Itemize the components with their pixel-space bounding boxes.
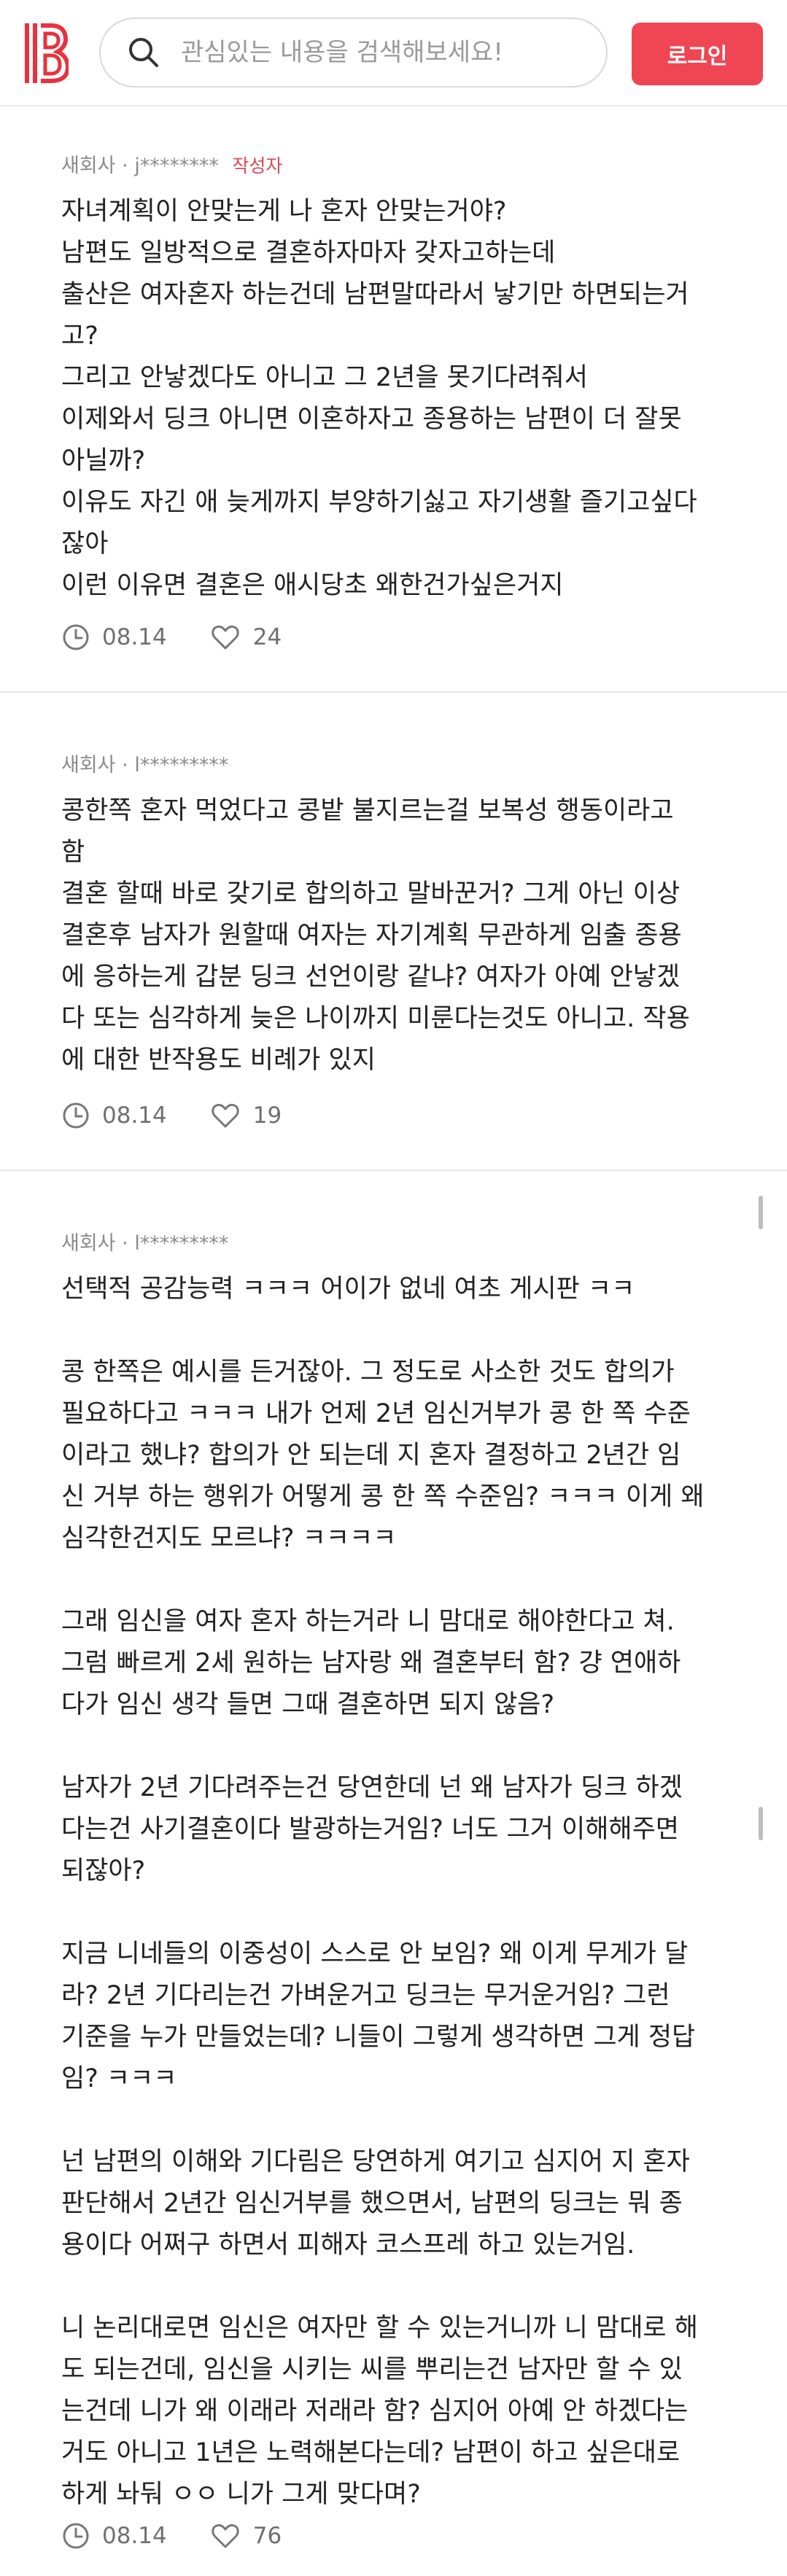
comment-line: 니 논리대로면 임신은 여자만 할 수 있는거니까 니 맘대로 해 <box>61 2314 698 2343</box>
comment-line: 용이다 어쩌구 하면서 피해자 코스프레 하고 있는거임. <box>61 2230 635 2260</box>
like-count: 76 <box>252 2523 282 2549</box>
comment-line: 필요하다고 ㅋㅋㅋ 내가 언제 2년 임신거부가 콩 한 쪽 수준 <box>61 1399 691 1428</box>
comment-line: 이런 이유면 결혼은 애시당초 왜한건가싶은거지 <box>61 571 564 600</box>
comment-line: 다가 임신 생각 들면 그때 결혼하면 되지 않음? <box>61 1690 555 1719</box>
comment-line: 넌 남편의 이해와 기다림은 당연하게 여기고 심지어 지 혼자 <box>61 2147 690 2176</box>
comment-line: 이유도 자긴 애 늦게까지 부양하기싫고 자기생활 즐기고싶다 <box>61 488 697 517</box>
comment-line: 결혼 할때 바로 갖기로 합의하고 말바꾼거? 그게 아닌 이상 <box>61 879 681 908</box>
comment-footer: 08.14 24 <box>61 621 282 653</box>
comment-meta: 새회사 · l********* <box>61 1229 732 1258</box>
comment-body: 콩한쪽 혼자 먹었다고 콩밭 불지르는걸 보복성 행동이라고 함 결혼 할때 바… <box>61 790 732 1081</box>
comment-line: 지금 니네들의 이중성이 스스로 안 보임? 왜 이게 무게가 달 <box>61 1939 689 1969</box>
comment-item: 새회사 · j******** 작성자 자녀계획이 안맞는게 나 혼자 안맞는거… <box>61 152 732 607</box>
company-name[interactable]: 새회사 <box>61 155 116 177</box>
comment-item: 새회사 · l********* 콩한쪽 혼자 먹었다고 콩밭 불지르는걸 보복… <box>61 751 732 1081</box>
comment-line: 에 대한 반작용도 비례가 있지 <box>61 1046 376 1075</box>
blind-logo-icon[interactable] <box>25 23 69 83</box>
top-header: 로그인 <box>0 0 787 106</box>
comment-divider <box>0 1170 787 1171</box>
comment-line: 고? <box>61 322 98 351</box>
comment-line: 에 응하는게 갑분 딩크 선언이랑 같냐? 여자가 아예 안낳겠 <box>61 962 681 992</box>
search-input[interactable] <box>179 37 606 68</box>
comment-body: 선택적 공감능력 ㅋㅋㅋ 어이가 없네 여초 게시판 ㅋㅋ 콩 한쪽은 예시를 … <box>61 1269 732 2515</box>
comment-date: 08.14 <box>102 2523 167 2549</box>
comment-item: 새회사 · l********* 선택적 공감능력 ㅋㅋㅋ 어이가 없네 여초 … <box>61 1229 732 2515</box>
comment-line: 그리고 안낳겠다도 아니고 그 2년을 못기다려줘서 <box>61 363 588 392</box>
user-name: l********* <box>134 1232 229 1255</box>
clock-icon <box>61 2521 90 2550</box>
comment-line: 되잖아? <box>61 1856 146 1886</box>
comment-line: 는건데 니가 왜 이래라 저래라 함? 심지어 아예 안 하겠다는 <box>61 2397 689 2426</box>
clock-icon <box>61 1101 90 1130</box>
comment-line: 잖아 <box>61 529 109 559</box>
user-name: j******** <box>134 155 219 177</box>
comment-meta: 새회사 · l********* <box>61 751 732 780</box>
comment-line: 도 되는건데, 임신을 시키는 씨를 뿌리는건 남자만 할 수 있 <box>61 2355 683 2384</box>
meta-separator: · <box>122 155 128 177</box>
clock-icon <box>61 623 90 652</box>
search-icon <box>127 36 160 69</box>
comment-line: 이라고 했냐? 합의가 안 되는데 지 혼자 결정하고 2년간 임 <box>61 1441 681 1470</box>
comment-line: 심각한건지도 모르냐? ㅋㅋㅋㅋ <box>61 1524 397 1553</box>
login-button[interactable]: 로그인 <box>632 23 763 85</box>
comment-line: 아닐까? <box>61 446 146 475</box>
comment-line: 하게 놔둬 ㅇㅇ 니가 그게 맞다며? <box>61 2480 421 2509</box>
comment-body: 자녀계획이 안맞는게 나 혼자 안맞는거야? 남편도 일방적으로 결혼하자마자 … <box>61 191 732 607</box>
user-name: l********* <box>134 754 229 777</box>
comment-line: 임? ㅋㅋㅋ <box>61 2064 177 2093</box>
comment-line: 선택적 공감능력 ㅋㅋㅋ 어이가 없네 여초 게시판 ㅋㅋ <box>61 1275 635 1304</box>
comment-line: 자녀계획이 안맞는게 나 혼자 안맞는거야? <box>61 197 507 226</box>
comment-line: 라? 2년 기다리는건 가벼운거고 딩크는 무거운거임? 그런 <box>61 1981 670 2010</box>
company-name[interactable]: 새회사 <box>61 1232 116 1255</box>
comment-date: 08.14 <box>102 1102 167 1129</box>
like-count: 19 <box>252 1102 282 1129</box>
comment-line: 남자가 2년 기다려주는건 당연한데 넌 왜 남자가 딩크 하겠 <box>61 1773 683 1802</box>
heart-icon[interactable] <box>211 623 240 652</box>
comment-line: 함 <box>61 838 85 867</box>
comment-line: 다는건 사기결혼이다 발광하는거임? 너도 그거 이해해주면 <box>61 1815 680 1844</box>
comment-line: 기준을 누가 만들었는데? 니들이 그렇게 생각하면 그게 정답 <box>61 2023 696 2052</box>
author-badge: 작성자 <box>232 155 283 176</box>
heart-icon[interactable] <box>211 1101 240 1130</box>
meta-separator: · <box>122 754 128 777</box>
search-bar[interactable] <box>99 17 608 87</box>
company-name[interactable]: 새회사 <box>61 754 116 777</box>
comment-line: 결혼후 남자가 원할때 여자는 자기계획 무관하게 임출 종용 <box>61 921 682 950</box>
meta-separator: · <box>122 1232 128 1255</box>
comment-line: 거도 아니고 1년은 노력해본다는데? 남편이 하고 싶은대로 <box>61 2438 681 2467</box>
scrollbar-thumb[interactable] <box>759 1807 763 1840</box>
comment-line: 다 또는 심각하게 늦은 나이까지 미룬다는것도 아니고. 작용 <box>61 1004 690 1033</box>
comment-divider <box>0 691 787 693</box>
scrollbar-thumb[interactable] <box>759 1196 763 1229</box>
comment-line: 콩 한쪽은 예시를 든거잖아. 그 정도로 사소한 것도 합의가 <box>61 1358 675 1387</box>
heart-icon[interactable] <box>211 2521 240 2550</box>
comment-footer: 08.14 76 <box>61 2520 282 2552</box>
comment-line: 그럼 빠르게 2세 원하는 남자랑 왜 결혼부터 함? 걍 연애하 <box>61 1649 681 1678</box>
comment-line: 신 거부 하는 행위가 어떻게 콩 한 쪽 수준임? ㅋㅋㅋ 이게 왜 <box>61 1482 705 1511</box>
comment-meta: 새회사 · j******** 작성자 <box>61 152 732 181</box>
comment-line: 콩한쪽 혼자 먹었다고 콩밭 불지르는걸 보복성 행동이라고 <box>61 796 674 825</box>
comment-line: 남편도 일방적으로 결혼하자마자 갖자고하는데 <box>61 238 556 268</box>
comment-line: 출산은 여자혼자 하는건데 남편말따라서 낳기만 하면되는거 <box>61 280 689 309</box>
comment-date: 08.14 <box>102 624 167 650</box>
like-count: 24 <box>252 624 282 650</box>
comment-footer: 08.14 19 <box>61 1100 282 1132</box>
comment-line: 판단해서 2년간 임신거부를 했으면서, 남편의 딩크는 뭐 종 <box>61 2189 683 2218</box>
comment-line: 이제와서 딩크 아니면 이혼하자고 종용하는 남편이 더 잘못 <box>61 405 682 434</box>
comment-line: 그래 임신을 여자 혼자 하는거라 니 맘대로 해야한다고 쳐. <box>61 1607 675 1636</box>
